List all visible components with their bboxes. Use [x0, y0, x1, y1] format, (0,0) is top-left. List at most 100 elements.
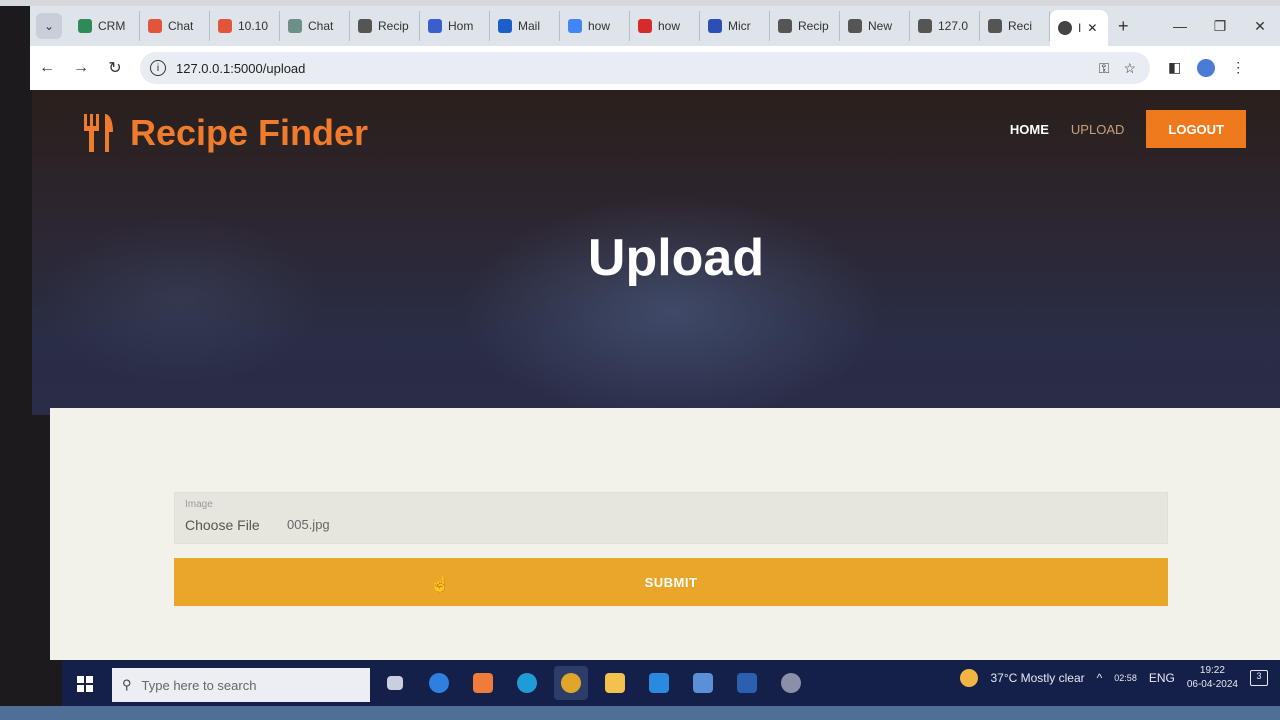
browser-tab-strip: ⌄ CRM Chat 10.10 Chat Recip Hom Mail how how Micr…	[30, 6, 1280, 46]
tab-search-button[interactable]: ⌄	[36, 13, 62, 39]
task-view-icon[interactable]	[378, 666, 412, 700]
tab-label: Reci	[1008, 19, 1033, 33]
clock-time: 19:22	[1199, 665, 1225, 676]
tab-label: Recip	[378, 19, 409, 33]
tab-label: how	[658, 19, 681, 33]
language-indicator[interactable]: ENG	[1149, 671, 1175, 685]
hand-cursor-icon: ☝	[430, 576, 450, 593]
tab-label: New	[868, 19, 893, 33]
side-panel-icon[interactable]: ◧	[1168, 59, 1181, 77]
chatgpt-app-icon[interactable]	[774, 666, 808, 700]
vscode-icon[interactable]	[642, 666, 676, 700]
tab-label: Micr	[728, 19, 751, 33]
browser-tab[interactable]: 127.0	[910, 11, 980, 41]
taskbar-apps	[378, 666, 808, 700]
battery-badge: 02:58	[1114, 673, 1137, 683]
tab-label: 127.0	[938, 19, 969, 33]
nav-upload-link[interactable]: UPLOAD	[1071, 122, 1124, 137]
logout-button[interactable]: LOGOUT	[1146, 110, 1246, 148]
notification-icon[interactable]: 3	[1250, 670, 1268, 686]
brand-name: Recipe Finder	[130, 112, 369, 153]
password-key-icon[interactable]: ⚿	[1099, 60, 1110, 77]
browser-tab[interactable]: how	[560, 11, 630, 41]
file-input-label: Image	[185, 499, 213, 510]
mail-icon	[498, 19, 512, 33]
bookmark-star-icon[interactable]: ☆	[1123, 60, 1136, 77]
tab-label: how	[588, 19, 611, 33]
browser-tab[interactable]: Recip	[770, 11, 840, 41]
tab-label: Chat	[308, 19, 334, 33]
page-title: Upload	[587, 229, 765, 287]
url-text: 127.0.0.1:5000/upload	[176, 60, 306, 76]
close-window-button[interactable]: ✕	[1240, 18, 1280, 35]
taskbar-search-placeholder: Type here to search	[141, 677, 257, 693]
start-button[interactable]	[62, 666, 108, 702]
crm-icon	[78, 19, 92, 33]
cube-icon	[638, 19, 652, 33]
globe-icon	[848, 19, 862, 33]
globe-icon	[1058, 21, 1072, 35]
screen-bezel	[0, 706, 1280, 720]
browser-tab[interactable]: Chat	[140, 11, 210, 41]
profile-avatar[interactable]	[1197, 59, 1216, 77]
active-tab-label: I	[1078, 21, 1082, 35]
browser-tab[interactable]: CRM	[70, 11, 140, 41]
xampp-icon	[148, 19, 162, 33]
tab-label: Recip	[798, 19, 829, 33]
browser-tab[interactable]: New	[840, 11, 910, 41]
settings-app-icon[interactable]	[422, 666, 456, 700]
browser-tab[interactable]: Micr	[700, 11, 770, 41]
chrome-browser-icon[interactable]	[554, 666, 588, 700]
address-bar[interactable]: i 127.0.0.1:5000/upload ⚿ ☆	[140, 52, 1150, 84]
browser-tab[interactable]: Mail	[490, 11, 560, 41]
active-tab[interactable]: I ✕	[1050, 10, 1108, 46]
taskbar-search[interactable]: ⚲ Type here to search	[112, 668, 370, 702]
browser-tab[interactable]: Chat	[280, 11, 350, 41]
search-icon: ⚲	[122, 677, 132, 692]
back-button[interactable]: ←	[30, 59, 64, 77]
globe-icon	[358, 19, 372, 33]
tab-label: Hom	[448, 19, 474, 33]
minimize-button[interactable]: —	[1160, 18, 1200, 34]
k-icon	[708, 19, 722, 33]
tab-label: CRM	[98, 19, 126, 33]
word-app-icon[interactable]	[730, 666, 764, 700]
chevron-up-icon[interactable]: ^	[1097, 671, 1103, 685]
browser-tab[interactable]: Reci	[980, 11, 1050, 41]
upload-form-section: Image Choose File 005.jpg SUBMIT ☝	[50, 408, 1280, 660]
image-file-input[interactable]: Image Choose File 005.jpg	[174, 492, 1168, 544]
submit-button[interactable]: SUBMIT	[174, 558, 1168, 606]
chatgpt-icon	[288, 19, 302, 33]
weather-icon[interactable]	[960, 669, 979, 687]
choose-file-button[interactable]: Choose File	[185, 517, 260, 533]
globe-icon	[428, 19, 442, 33]
tab-label: Mail	[518, 19, 541, 33]
site-brand[interactable]: Recipe Finder	[80, 112, 368, 154]
main-nav: HOME UPLOAD LOGOUT	[1010, 110, 1246, 148]
windows-taskbar: ⚲ Type here to search 37°C Mostly clear …	[62, 660, 1280, 706]
browser-tab[interactable]: 10.10	[210, 11, 280, 41]
new-tab-button[interactable]: +	[1118, 16, 1129, 37]
xampp-app-icon[interactable]	[466, 666, 500, 700]
utensils-icon	[84, 114, 113, 152]
browser-tab[interactable]: how	[630, 11, 700, 41]
browser-toolbar: ← → ↻ i 127.0.0.1:5000/upload ⚿ ☆ ◧ ⋮	[30, 46, 1280, 90]
window-controls: — ❐ ✕	[1160, 6, 1280, 46]
weather-text[interactable]: 37°C Mostly clear	[990, 671, 1084, 685]
restore-button[interactable]: ❐	[1200, 18, 1240, 35]
globe-icon	[778, 19, 792, 33]
file-explorer-icon[interactable]	[598, 666, 632, 700]
reload-button[interactable]: ↻	[98, 58, 132, 78]
tab-label: Chat	[168, 19, 194, 33]
xampp-icon	[218, 19, 232, 33]
browser-tab[interactable]: Recip	[350, 11, 420, 41]
site-info-icon[interactable]: i	[150, 60, 166, 76]
browser-tab[interactable]: Hom	[420, 11, 490, 41]
edge-browser-icon[interactable]	[510, 666, 544, 700]
browser-menu-icon[interactable]: ⋮	[1231, 59, 1245, 77]
nav-home-link[interactable]: HOME	[1010, 122, 1049, 137]
forward-button[interactable]: →	[64, 59, 98, 77]
close-icon[interactable]: ✕	[1087, 21, 1097, 35]
app-icon[interactable]	[686, 666, 720, 700]
clock[interactable]: 19:22 06-04-2024	[1187, 664, 1238, 692]
